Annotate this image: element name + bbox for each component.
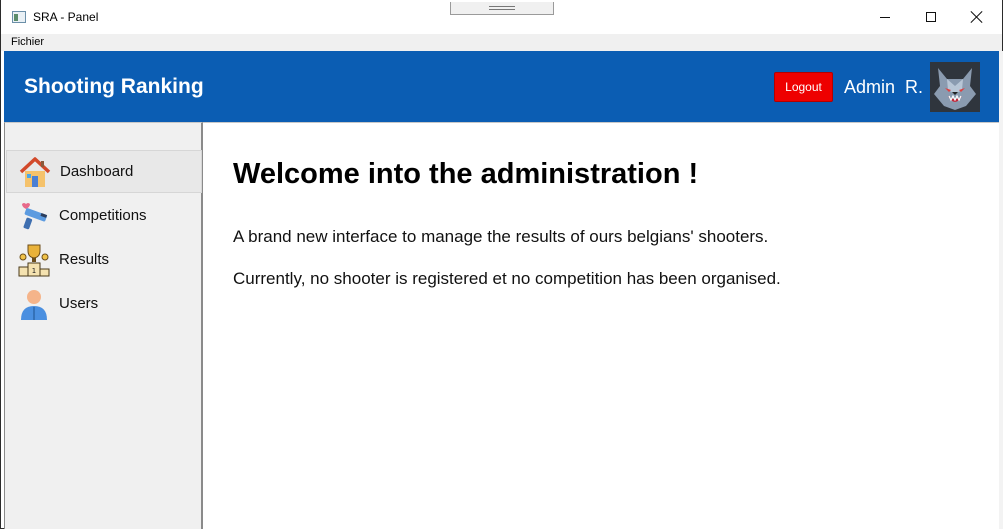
brand-title: Shooting Ranking: [24, 75, 204, 98]
wolf-avatar-icon: [930, 62, 980, 112]
sidebar-item-competitions[interactable]: Competitions: [6, 194, 202, 237]
avatar[interactable]: [930, 62, 980, 112]
svg-text:1: 1: [32, 267, 36, 275]
sidebar-item-label: Results: [59, 251, 110, 268]
sidebar-item-dashboard[interactable]: Dashboard: [6, 150, 202, 193]
menu-fichier[interactable]: Fichier: [11, 36, 44, 48]
app-header: Shooting Ranking Logout Admin R.: [4, 51, 999, 122]
sidebar-item-label: Dashboard: [60, 163, 134, 180]
sidebar-item-users[interactable]: Users: [6, 282, 202, 325]
gun-icon: [16, 198, 52, 234]
sidebar-item-results[interactable]: 1 Results: [6, 238, 202, 281]
main-content: Welcome into the administration ! A bran…: [203, 122, 999, 529]
app-window-icon: [12, 11, 26, 23]
user-icon: [16, 286, 52, 322]
intro-paragraph: A brand new interface to manage the resu…: [233, 227, 769, 246]
close-icon: [971, 11, 983, 23]
window-title: SRA - Panel: [33, 10, 99, 24]
sidebar: Dashboard Competitions 1 Results Users: [4, 122, 203, 529]
status-paragraph: Currently, no shooter is registered et n…: [233, 269, 781, 288]
user-name: Admin R.: [844, 77, 924, 97]
window-edge: [999, 51, 1003, 529]
minimize-button[interactable]: [862, 0, 908, 34]
maximize-button[interactable]: [908, 0, 954, 34]
minimize-icon: [880, 16, 890, 18]
sidebar-item-label: Users: [59, 295, 99, 312]
title-bar[interactable]: SRA - Panel: [1, 0, 1002, 34]
sidebar-item-label: Competitions: [59, 207, 147, 224]
logout-button[interactable]: Logout: [774, 72, 833, 102]
house-icon: [17, 154, 53, 190]
drag-handle-icon[interactable]: [450, 2, 554, 15]
close-button[interactable]: [954, 0, 1000, 34]
page-title: Welcome into the administration !: [233, 158, 699, 190]
app-window: SRA - Panel Fichier Shooting Ranking Log…: [0, 0, 1003, 529]
menu-bar: Fichier: [1, 34, 1002, 51]
maximize-icon: [926, 12, 936, 22]
trophy-podium-icon: 1: [16, 242, 52, 278]
